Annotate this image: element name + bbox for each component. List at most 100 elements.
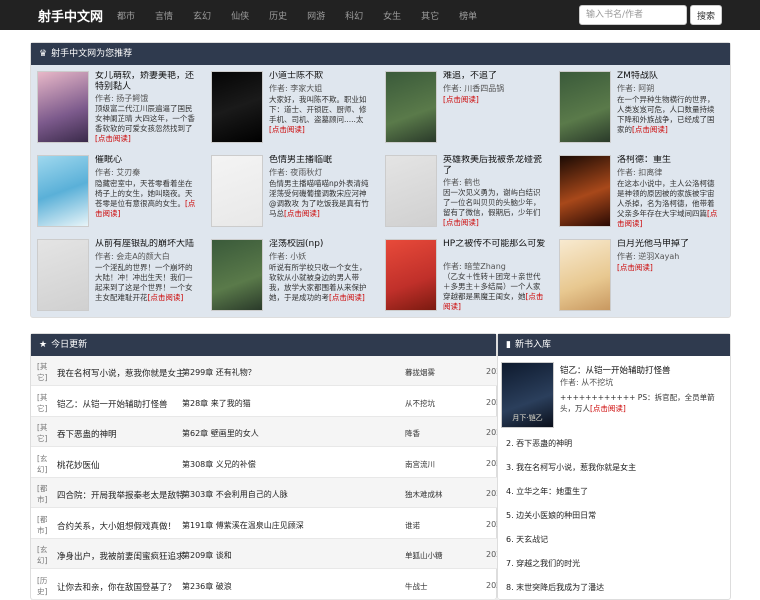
book-author: 作者: 暗莹Zhang <box>443 262 506 271</box>
newbook-top-desc: ++++++++++++ PS：拆官配，全员单箭头，万人[点击阅读] <box>560 392 728 414</box>
newbook-top-title[interactable]: 铠乙：从铠一开始辅助打怪兽 <box>560 364 726 376</box>
nav-link-qita[interactable]: 其它 <box>421 9 439 22</box>
update-row: [都市]合约关系，大小姐想假戏真做！第191章 傅紫溪在温泉山庄见顾深谁诺202 <box>31 509 498 539</box>
book-cover[interactable] <box>385 71 437 143</box>
update-chapter[interactable]: 第236章 破浪 <box>182 581 402 592</box>
recommend-item[interactable]: 白月光他马甲掉了 作者: 逆羽Xayah [点击阅读] <box>553 237 723 315</box>
book-title[interactable]: 小道士陈不欺 <box>269 71 373 82</box>
book-cover[interactable] <box>37 71 89 143</box>
read-link[interactable]: [点击阅读] <box>284 209 320 218</box>
read-link[interactable]: [点击阅读] <box>632 125 668 134</box>
search-input[interactable] <box>579 5 687 25</box>
recommend-item[interactable]: 催眠心 作者: 艾刃秦 隐藏密室中，天苍零看着坐在椅子上的女生，她叫晓夜。天苍零是位… <box>31 153 201 231</box>
update-chapter[interactable]: 第299章 还有礼物？ <box>182 367 402 378</box>
update-category[interactable]: [玄幻] <box>37 544 51 566</box>
update-category[interactable]: [玄幻] <box>37 453 51 475</box>
nav-link-dushi[interactable]: 都市 <box>117 9 135 22</box>
update-category[interactable]: [都市] <box>37 483 51 505</box>
search-button[interactable]: 搜索 <box>690 5 722 25</box>
newbook-item[interactable]: 3. 我在名柯写小说，惹我你就是女主 <box>506 462 728 473</box>
update-category[interactable]: [历史] <box>37 575 51 597</box>
read-link[interactable]: [点击阅读] <box>329 293 365 302</box>
recommend-item[interactable]: 从前有座银乱的崩坏大陆 作者: 会走A的颜大白 一个淫乱的世界！一个崩坏的大陆！冲！… <box>31 237 201 315</box>
book-cover[interactable] <box>559 239 611 311</box>
nav-link-lishi[interactable]: 历史 <box>269 9 287 22</box>
recommend-item[interactable]: 英雄救美后我被条龙碰瓷了 作者: 鹤也 因一次见义勇为，谢屿白结识了一位名叫贝贝的头… <box>379 153 549 231</box>
update-category[interactable]: [其它] <box>37 392 51 414</box>
recommend-item[interactable]: 女儿萌软，娇妻美艳，还特别黏人 作者: 扬子鳄饿 顶级富二代江川辰遍逼了国民女神阑芷… <box>31 69 201 147</box>
update-chapter[interactable]: 第308章 义兄的补偿 <box>182 459 402 470</box>
book-title[interactable]: 难追，不追了 <box>443 71 547 82</box>
read-link[interactable]: [点击阅读] <box>148 293 184 302</box>
nav-link-yanqing[interactable]: 言情 <box>155 9 173 22</box>
book-title[interactable]: HP之被传不可能那么可爱 <box>443 239 547 250</box>
book-cover[interactable] <box>211 155 263 227</box>
nav-link-xuanhuan[interactable]: 玄幻 <box>193 9 211 22</box>
recommend-item[interactable]: 难追，不追了 作者: 川香四品锅 [点击阅读] <box>379 69 549 147</box>
update-chapter[interactable]: 第209章 谈和 <box>182 550 402 561</box>
recommend-item[interactable]: 淫荡校园(np) 作者: 小妖 听说有所学校只收一个女生，软软从小就被身边的男人带我… <box>205 237 375 315</box>
read-link[interactable]: [点击阅读] <box>443 218 479 227</box>
newbook-item[interactable]: 2. 吞下恶蛊的神明 <box>506 438 728 449</box>
update-chapter[interactable]: 第62章 壁画里的女人 <box>182 428 402 439</box>
update-chapter[interactable]: 第191章 傅紫溪在温泉山庄见顾深 <box>182 520 402 531</box>
book-cover[interactable] <box>37 155 89 227</box>
recommend-panel: ♛ 射手中文网为您推荐 女儿萌软，娇妻美艳，还特别黏人 作者: 扬子鳄饿 顶级富二代江… <box>30 42 731 318</box>
recommend-item[interactable]: ZM特战队 作者: 阿朔 在一个异种生物横行的世界，人类岌岌可危，人口数量持续下降和… <box>553 69 723 147</box>
newbook-top-desc-text: ++++++++++++ PS：拆官配，全员单箭头，万人 <box>560 393 715 413</box>
nav-link-kehuan[interactable]: 科幻 <box>345 9 363 22</box>
newbooks-header: ▮ 新书入库 <box>498 334 730 356</box>
update-row: [其它]我在名柯写小说，惹我你就是女主第299章 还有礼物？暮拢烟雾202 <box>31 356 498 386</box>
book-cover[interactable] <box>211 239 263 311</box>
book-cover[interactable] <box>37 239 89 311</box>
book-author: 作者: 阿朔 <box>617 84 655 93</box>
book-title[interactable]: 从前有座银乱的崩坏大陆 <box>95 239 199 250</box>
update-row: [都市] 四合院：开局我举报秦老太是敌特 第303章 不会利用自己的人脉 独木难成林 2… <box>31 478 498 508</box>
book-cover[interactable] <box>559 155 611 227</box>
book-title[interactable]: 淫荡校园(np) <box>269 239 373 250</box>
recommend-item[interactable]: 洛柯德：重生 作者: 扣离律 在这本小说中，主人公洛柯德是神领的原因被的家族被宇宙人… <box>553 153 723 231</box>
update-chapter[interactable]: 第28章 来了我的猫 <box>182 398 402 409</box>
recommend-item[interactable]: 小道士陈不欺 作者: 李家大姐 大家好，我叫陈不欺。职业如下：道士、开锁匠、厨师、修… <box>205 69 375 147</box>
book-cover[interactable] <box>559 71 611 143</box>
book-cover[interactable] <box>385 155 437 227</box>
star-icon: ★ <box>39 340 48 350</box>
recommend-item[interactable]: HP之被传不可能那么可爱 作者: 暗莹Zhang （乙女＋性转＋团宠＋亲世代＋多男主… <box>379 237 549 315</box>
book-title[interactable]: 英雄救美后我被条龙碰瓷了 <box>443 155 547 177</box>
nav-link-bangdan[interactable]: 榜单 <box>459 9 477 22</box>
book-title[interactable]: ZM特战队 <box>617 71 721 82</box>
newbook-item[interactable]: 8. 末世突降后我成为了潘达 <box>506 582 728 593</box>
book-title[interactable]: 女儿萌软，娇妻美艳，还特别黏人 <box>95 71 199 93</box>
read-link[interactable]: [点击阅读] <box>269 125 305 134</box>
recommend-item[interactable]: 色情男主播临岷 作者: 夜雨秋灯 色情男主播喵喵喵np外表清纯淫荡受何磯葡撞调教宋应… <box>205 153 375 231</box>
book-desc-text: 顶级富二代江川辰遍逼了国民女神阑芷晴 大四这年，一个香香软软的可爱女孩忽然找到了 <box>95 104 195 133</box>
read-link[interactable]: [点击阅读] <box>95 134 131 143</box>
nav-link-wangyou[interactable]: 网游 <box>307 9 325 22</box>
book-title[interactable]: 色情男主播临岷 <box>269 155 373 166</box>
book-title[interactable]: 白月光他马甲掉了 <box>617 239 721 250</box>
nav-link-xianxia[interactable]: 仙侠 <box>231 9 249 22</box>
update-category[interactable]: [其它] <box>37 422 51 444</box>
nav-link-nvsheng[interactable]: 女生 <box>383 9 401 22</box>
read-link[interactable]: [点击阅读] <box>617 263 653 272</box>
site-logo[interactable]: 射手中文网 <box>38 6 103 25</box>
book-cover[interactable] <box>211 71 263 143</box>
book-title[interactable]: 洛柯德：重生 <box>617 155 721 166</box>
book-title[interactable]: 催眠心 <box>95 155 199 166</box>
update-chapter[interactable]: 第303章 不会利用自己的人脉 <box>182 489 402 500</box>
book-author: 作者: 会走A的颜大白 <box>95 252 170 261</box>
newbook-item[interactable]: 5. 边关小医娘的种田日常 <box>506 510 728 521</box>
update-category[interactable]: [都市] <box>37 514 51 536</box>
newbook-item[interactable]: 7. 穿越之我们的时光 <box>506 558 728 569</box>
newbook-item[interactable]: 4. 立华之年：她重生了 <box>506 486 728 497</box>
update-category[interactable]: [其它] <box>37 361 51 383</box>
read-link[interactable]: [点击阅读] <box>443 95 479 104</box>
newbook-item[interactable]: 6. 天玄战记 <box>506 534 728 545</box>
newbook-read-link[interactable]: [点击阅读] <box>590 404 626 413</box>
book-cover[interactable] <box>385 239 437 311</box>
update-author: 牛战士 <box>405 581 428 591</box>
book-desc: 因一次见义勇为，谢屿白结识了一位名叫贝贝的头脑少年，留有了微信，假期后，少年们[… <box>443 188 547 228</box>
update-row: [玄幻]桃花妙医仙第308章 义兄的补偿南宫流川202 <box>31 448 498 478</box>
newbook-top-cover[interactable]: 月下·铠乙 <box>501 362 554 428</box>
book-desc-text: 因一次见义勇为，谢屿白结识了一位名叫贝贝的头脑少年，留有了微信，假期后，少年们 <box>443 188 541 217</box>
